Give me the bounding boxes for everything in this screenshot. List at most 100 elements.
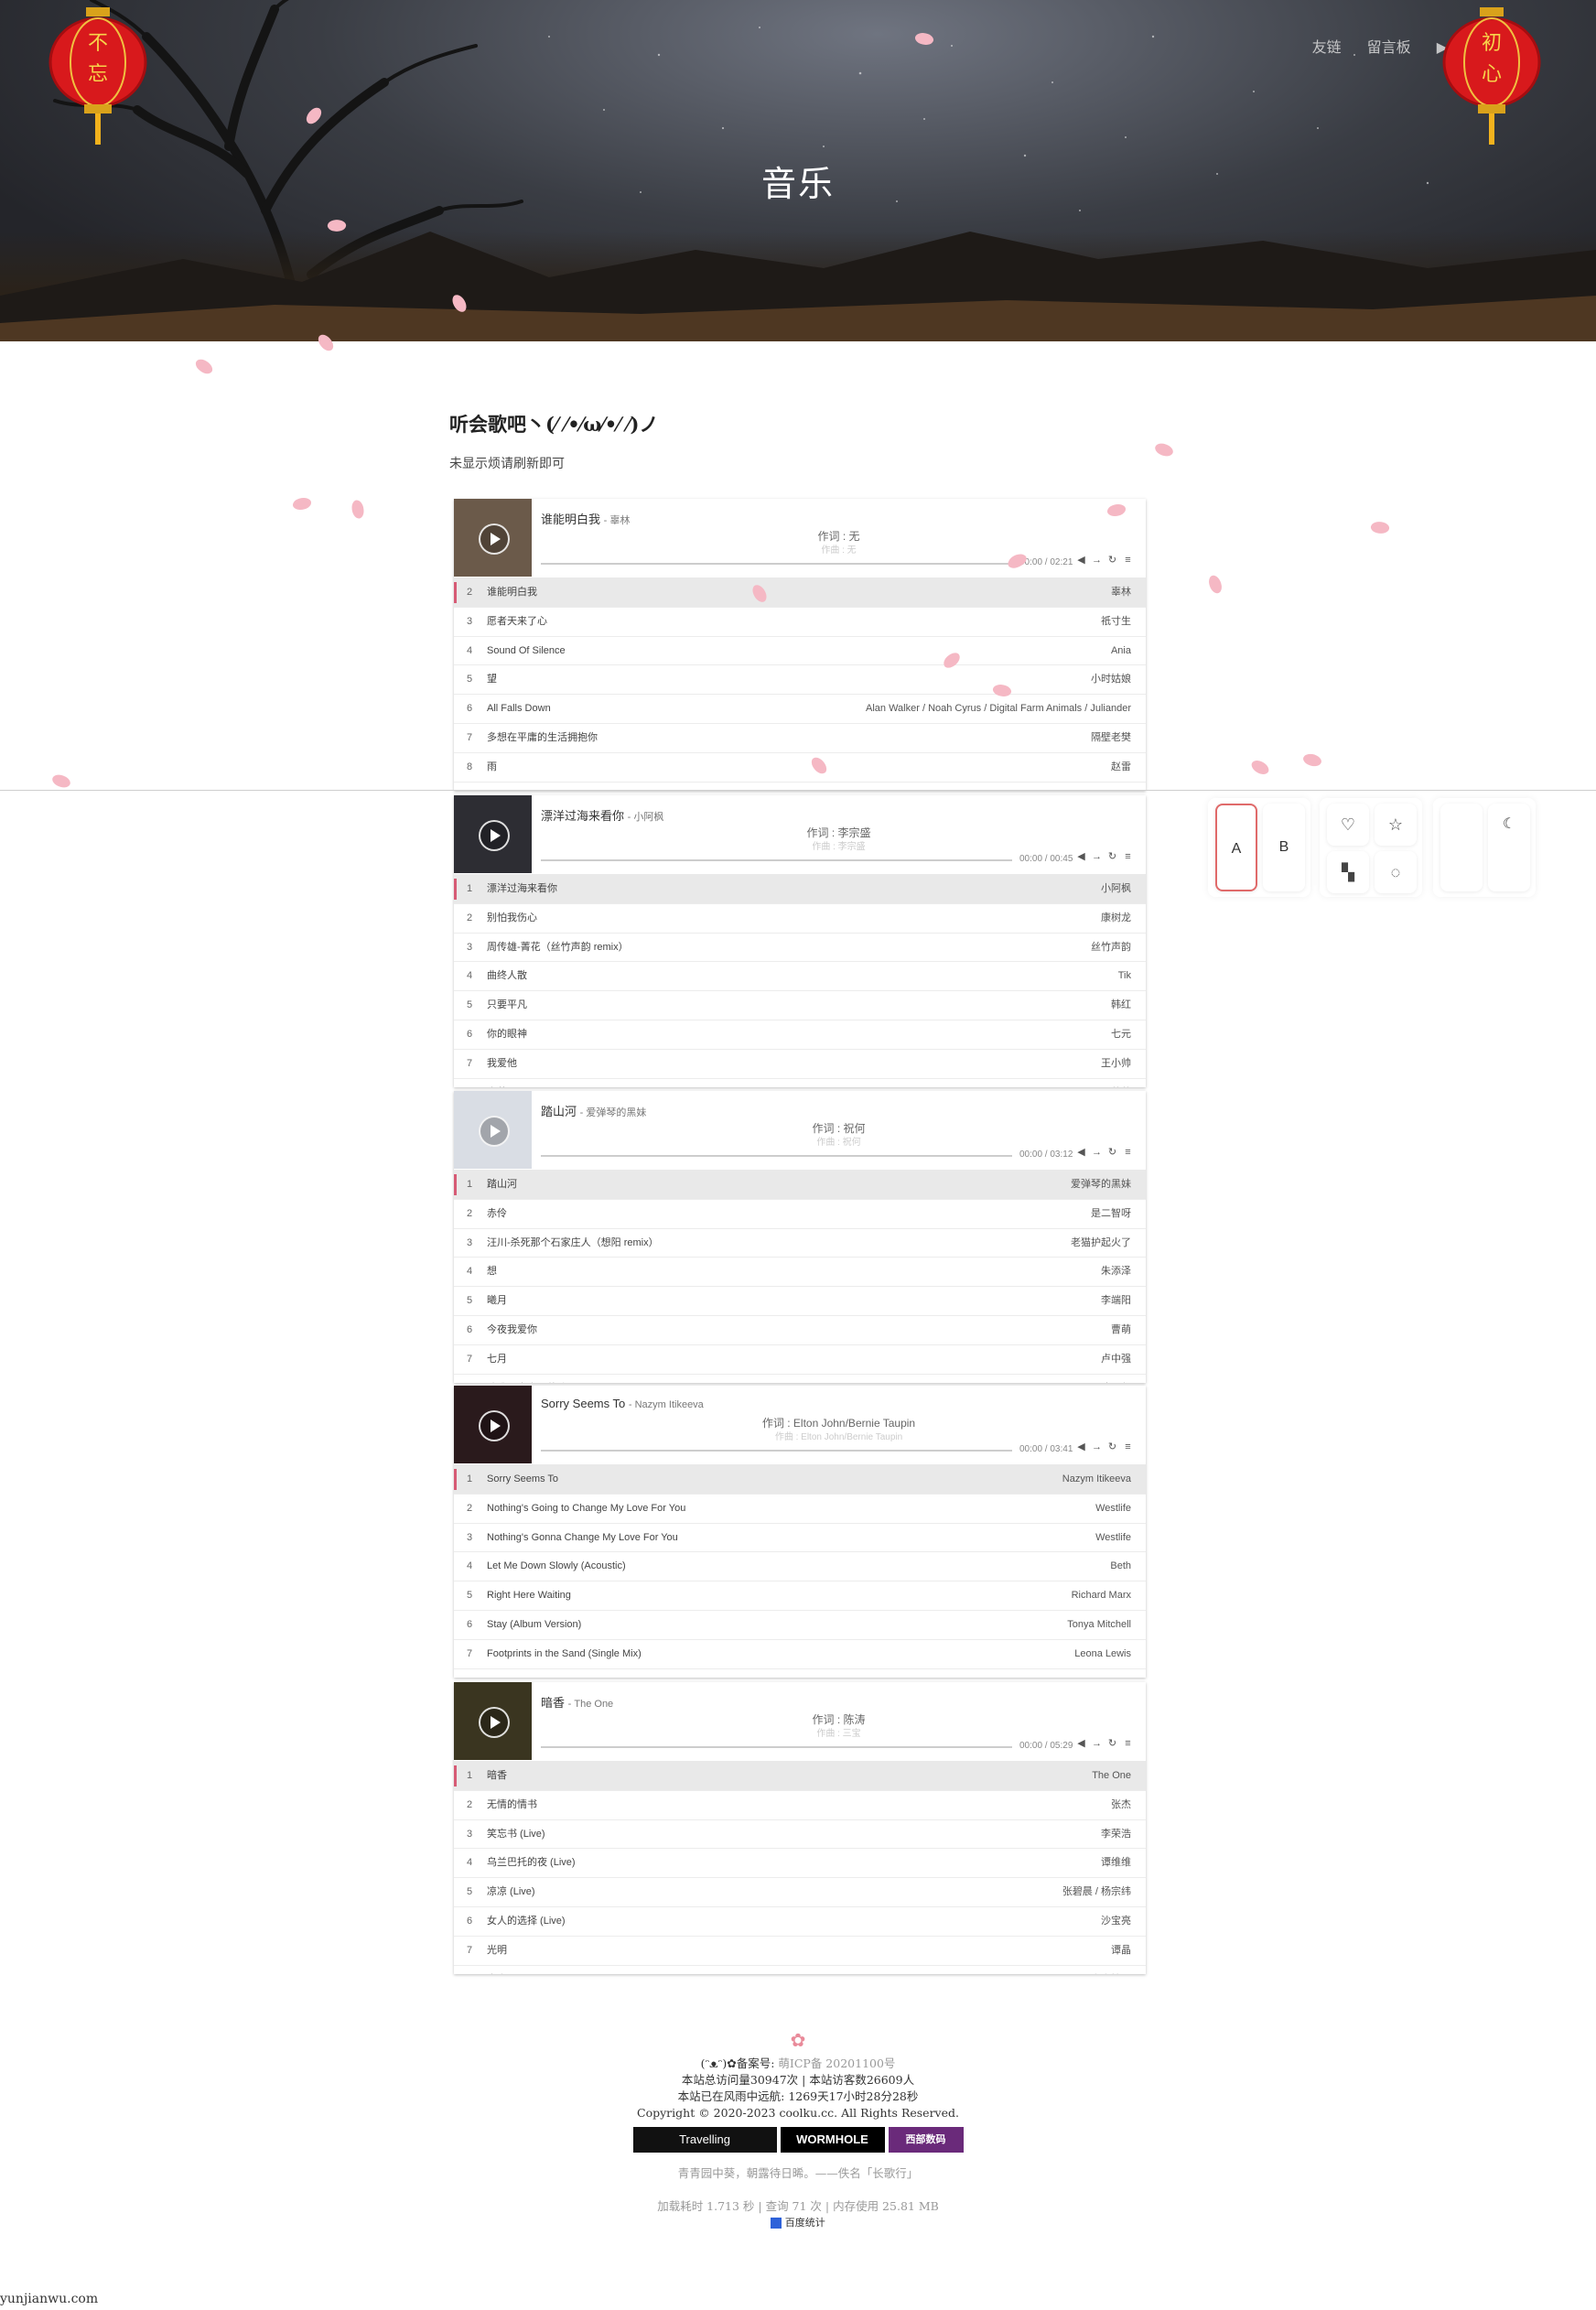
heart-icon[interactable]: ♡ — [1327, 804, 1369, 846]
leaf-icon[interactable]: ◌ — [1375, 851, 1417, 893]
west-digital-badge[interactable]: 西部数码 — [888, 2127, 964, 2153]
menu-icon[interactable]: ≡ — [1123, 1148, 1133, 1158]
playlist-item[interactable]: 6 All Falls Down Alan Walker / Noah Cyrus … — [454, 695, 1146, 724]
playlist-item[interactable]: 5 曦月 李端阳 — [454, 1287, 1146, 1316]
playlist-item[interactable]: 3 汪川-杀死那个石家庄人（想阳 remix） 老猫护起火了 — [454, 1229, 1146, 1258]
star-icon[interactable]: ☆ — [1375, 804, 1417, 846]
play-icon[interactable] — [479, 524, 510, 555]
playlist-item[interactable]: 1 暗香 The One — [454, 1762, 1146, 1791]
menu-icon[interactable]: ≡ — [1123, 556, 1133, 566]
progress-bar[interactable] — [541, 1450, 1012, 1452]
playlist-item[interactable]: 8 青花 苏苓 — [454, 1079, 1146, 1088]
playlist-item[interactable]: 7 七月 卢中强 — [454, 1345, 1146, 1375]
playlist-item[interactable]: 7 我爱他 王小帅 — [454, 1050, 1146, 1079]
mountain-silhouette — [0, 232, 1596, 341]
playlist-item[interactable]: 6 Stay (Album Version) Tonya Mitchell — [454, 1611, 1146, 1640]
playlist-item[interactable]: 5 只要平凡 韩红 — [454, 991, 1146, 1020]
font-b-button[interactable]: B — [1263, 804, 1305, 891]
playlist-item[interactable]: 1 Sorry Seems To Nazym Itikeeva — [454, 1465, 1146, 1495]
loop-icon[interactable]: ↻ — [1107, 1148, 1117, 1158]
progress-bar[interactable] — [541, 563, 1012, 565]
album-cover[interactable] — [454, 1682, 532, 1760]
album-cover[interactable] — [454, 795, 532, 873]
icp-label: (ᵔᴥᵔ)✿备案号: — [700, 2056, 775, 2070]
volume-icon[interactable]: ◀ — [1076, 1739, 1086, 1749]
menu-icon[interactable]: ≡ — [1123, 852, 1133, 862]
playlist-item[interactable]: 2 Nothing's Going to Change My Love For Y… — [454, 1495, 1146, 1524]
playlist-item[interactable]: 4 Sound Of Silence Ania — [454, 637, 1146, 666]
moon-icon[interactable]: ☾ — [1488, 804, 1530, 891]
checker-icon[interactable]: ▚ — [1327, 851, 1369, 893]
order-icon[interactable]: → — [1092, 1442, 1102, 1452]
track-number: 8 — [467, 1079, 472, 1088]
playlist-item[interactable]: 1 踏山河 爱弹琴的黑妹 — [454, 1171, 1146, 1200]
song-title: 漂洋过海来看你 — [541, 809, 625, 823]
viewport-divider — [0, 790, 1596, 791]
playlist-item[interactable]: 5 凉凉 (Live) 张碧晨 / 杨宗纬 — [454, 1878, 1146, 1907]
font-a-button[interactable]: A — [1215, 804, 1257, 891]
playlist-item[interactable]: 8 Traveling Light Joel Hanson / Sara Grove… — [454, 1669, 1146, 1679]
playlist-item[interactable]: 6 今夜我爱你 曹萌 — [454, 1316, 1146, 1345]
play-icon[interactable] — [479, 1410, 510, 1441]
playlist-item[interactable]: 3 愿者天来了心 祇寸生 — [454, 608, 1146, 637]
playlist-item[interactable]: 4 曲终人散 Tik — [454, 962, 1146, 992]
playlist-item[interactable]: 4 Let Me Down Slowly (Acoustic) Beth — [454, 1552, 1146, 1582]
nav-item-guestbook[interactable]: 留言板 — [1367, 35, 1411, 57]
playlist-item[interactable]: 7 光明 谭晶 — [454, 1937, 1146, 1966]
volume-icon[interactable]: ◀ — [1076, 1442, 1086, 1452]
playlist-item[interactable]: 1 漂洋过海来看你 小阿枫 — [454, 875, 1146, 904]
track-number: 4 — [467, 644, 473, 656]
progress-bar[interactable] — [541, 1746, 1012, 1748]
track-title: 别怕我伤心 — [487, 912, 537, 923]
volume-icon[interactable]: ◀ — [1076, 852, 1086, 862]
track-artist: 沙宝亮 — [1101, 1915, 1131, 1927]
playlist-item[interactable]: 8 致唯一青春里的路人 陈雪凝 — [454, 1375, 1146, 1384]
album-cover[interactable] — [454, 1091, 532, 1169]
petal-icon — [293, 498, 311, 510]
playlist-item[interactable]: 6 女人的选择 (Live) 沙宝亮 — [454, 1907, 1146, 1937]
playlist-item[interactable]: 3 周传雄-菁花（丝竹声韵 remix） 丝竹声韵 — [454, 934, 1146, 963]
order-icon[interactable]: → — [1092, 852, 1102, 862]
song-artist: 辜林 — [609, 515, 631, 526]
progress-bar[interactable] — [541, 1155, 1012, 1157]
playlist-item[interactable]: 8 雨 赵雷 — [454, 753, 1146, 783]
order-icon[interactable]: → — [1092, 1739, 1102, 1749]
nav-item-links[interactable]: 友链 — [1312, 35, 1342, 57]
loop-icon[interactable]: ↻ — [1107, 1442, 1117, 1452]
progress-bar[interactable] — [541, 859, 1012, 861]
playlist-item[interactable]: 2 谁能明白我 辜林 — [454, 578, 1146, 608]
loop-icon[interactable]: ↻ — [1107, 852, 1117, 862]
playlist-item[interactable]: 5 Right Here Waiting Richard Marx — [454, 1581, 1146, 1611]
playlist-item[interactable]: 8 青春再见 (Live) 高高捷泽 — [454, 1966, 1146, 1975]
playlist-item[interactable]: 2 赤伶 是二智呀 — [454, 1200, 1146, 1229]
travelling-badge[interactable]: Travelling — [632, 2127, 777, 2153]
loop-icon[interactable]: ↻ — [1107, 1739, 1117, 1749]
playlist-item[interactable]: 6 你的眼神 七元 — [454, 1020, 1146, 1050]
playlist-item[interactable]: 7 多想在平庸的生活拥抱你 隔壁老樊 — [454, 724, 1146, 753]
order-icon[interactable]: → — [1092, 556, 1102, 566]
play-icon[interactable] — [479, 820, 510, 851]
playlist-item[interactable]: 3 Nothing's Gonna Change My Love For You W… — [454, 1524, 1146, 1553]
playlist-item[interactable]: 5 望 小时姑娘 — [454, 665, 1146, 696]
icp-link[interactable]: 萌ICP备 20201100号 — [778, 2056, 895, 2070]
light-mode-button[interactable] — [1440, 804, 1483, 891]
playlist-item[interactable]: 2 无情的情书 张杰 — [454, 1791, 1146, 1820]
play-icon[interactable] — [479, 1116, 510, 1147]
menu-icon[interactable]: ≡ — [1123, 1442, 1133, 1452]
album-cover[interactable] — [454, 1386, 532, 1463]
playlist-item[interactable]: 2 别怕我伤心 康树龙 — [454, 904, 1146, 934]
playlist-item[interactable]: 3 笑忘书 (Live) 李荣浩 — [454, 1820, 1146, 1850]
album-cover[interactable] — [454, 499, 532, 577]
playlist-item[interactable]: 4 乌兰巴托的夜 (Live) 谭维维 — [454, 1849, 1146, 1879]
baidu-stats-link[interactable]: 百度统计 — [0, 2215, 1596, 2231]
volume-icon[interactable]: ◀ — [1076, 1148, 1086, 1158]
playlist-item[interactable]: 4 想 朱添泽 — [454, 1258, 1146, 1288]
mode-switch-card: ☾ — [1433, 798, 1536, 897]
volume-icon[interactable]: ◀ — [1076, 556, 1086, 566]
play-icon[interactable] — [479, 1707, 510, 1738]
order-icon[interactable]: → — [1092, 1148, 1102, 1158]
loop-icon[interactable]: ↻ — [1107, 556, 1117, 566]
playlist-item[interactable]: 7 Footprints in the Sand (Single Mix) Leon… — [454, 1640, 1146, 1669]
menu-icon[interactable]: ≡ — [1123, 1739, 1133, 1749]
wormhole-badge[interactable]: WORMHOLE — [780, 2127, 885, 2153]
